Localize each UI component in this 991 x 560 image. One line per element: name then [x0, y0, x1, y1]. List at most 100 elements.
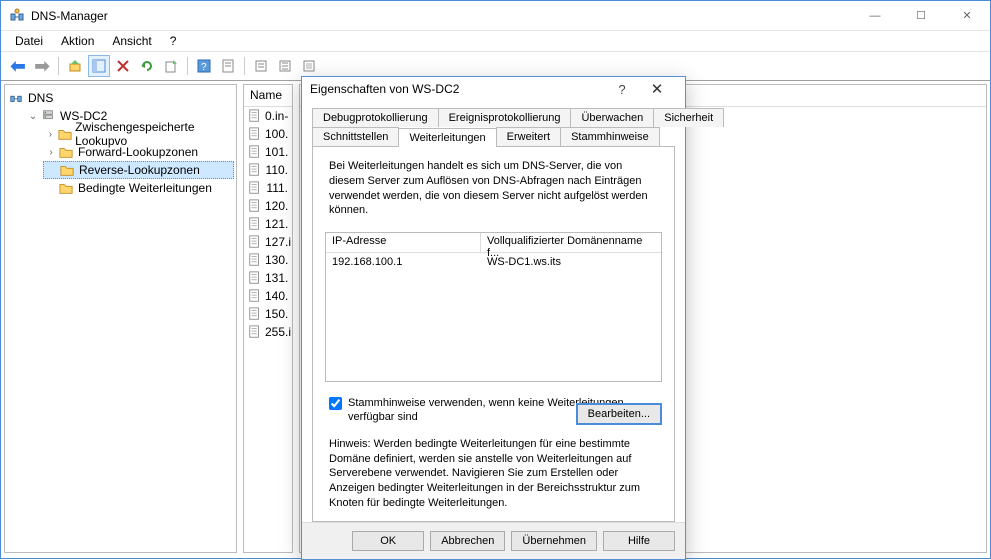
list-item[interactable]: 120. — [244, 197, 292, 215]
tree-root-dns[interactable]: DNS — [7, 89, 234, 107]
zone-icon — [248, 199, 262, 213]
tree-toggle-icon[interactable]: ⌄ — [27, 111, 39, 122]
maximize-button[interactable]: ☐ — [898, 1, 944, 30]
tab[interactable]: Erweitert — [496, 127, 561, 146]
list-item-label: 100. — [265, 127, 288, 141]
toolbar-separator — [187, 57, 188, 75]
properties-dialog: Eigenschaften von WS-DC2 ? ✕ Debugprotok… — [301, 76, 686, 560]
list-item[interactable]: 150. — [244, 305, 292, 323]
list-pane: Name 0.in-100.101.110.111.120.121.127.i1… — [243, 84, 293, 553]
list-item[interactable]: 140. — [244, 287, 292, 305]
list-item-label: 140. — [265, 289, 288, 303]
forwarders-hint: Hinweis: Werden bedingte Weiterleitungen… — [329, 437, 658, 511]
properties-button[interactable] — [217, 55, 239, 77]
edit-button[interactable]: Bearbeiten... — [576, 403, 662, 425]
list-item[interactable]: 110. — [244, 161, 292, 179]
up-button[interactable] — [64, 55, 86, 77]
list-item[interactable]: 111. — [244, 179, 292, 197]
forwarders-table: IP-Adresse Vollqualifizierter Domänennam… — [325, 232, 662, 382]
col-fqdn[interactable]: Vollqualifizierter Domänenname f... — [481, 233, 661, 252]
nav-forward-button[interactable]: ➡ — [31, 55, 53, 77]
zone-icon — [248, 253, 262, 267]
menu-action[interactable]: Aktion — [53, 33, 102, 49]
list-item-label: 101. — [265, 145, 288, 159]
nav-back-button[interactable]: ⬅ — [7, 55, 29, 77]
list-item[interactable]: 121. — [244, 215, 292, 233]
tree-toggle-icon[interactable]: › — [45, 129, 56, 140]
list-item-label: 0.in- — [265, 109, 288, 123]
dialog-close-button[interactable]: ✕ — [637, 80, 677, 98]
dialog-title: Eigenschaften von WS-DC2 — [310, 82, 607, 96]
menubar: Datei Aktion Ansicht ? — [1, 31, 990, 51]
list-item-label: 110. — [266, 163, 288, 177]
folder-icon — [59, 181, 75, 195]
zone-icon — [248, 109, 262, 123]
tab[interactable]: Debugprotokollierung — [312, 108, 439, 127]
tab[interactable]: Ereignisprotokollierung — [438, 108, 572, 127]
help-button[interactable]: ? — [193, 55, 215, 77]
list-item[interactable]: 0.in- — [244, 107, 292, 125]
tab[interactable]: Weiterleitungen — [398, 128, 496, 147]
close-button[interactable]: ✕ — [944, 1, 990, 30]
zone-icon — [248, 163, 263, 177]
tree-folder[interactable]: ›Zwischengespeicherte Lookupvo — [43, 125, 234, 143]
zone-icon — [248, 127, 262, 141]
list-item-label: 255.i — [265, 325, 291, 339]
toolbar-separator — [58, 57, 59, 75]
tab[interactable]: Stammhinweise — [560, 127, 660, 146]
delete-button[interactable] — [112, 55, 134, 77]
forwarders-description: Bei Weiterleitungen handelt es sich um D… — [329, 159, 658, 218]
list-item[interactable]: 101. — [244, 143, 292, 161]
list-item[interactable]: 100. — [244, 125, 292, 143]
show-hide-tree-button[interactable] — [88, 55, 110, 77]
zone-icon — [248, 271, 262, 285]
menu-help[interactable]: ? — [162, 33, 185, 49]
list-item[interactable]: 131. — [244, 269, 292, 287]
tree-toggle-icon[interactable]: › — [45, 147, 57, 158]
tree-folder-label: Zwischengespeicherte Lookupvo — [75, 120, 232, 148]
tab[interactable]: Schnittstellen — [312, 127, 399, 146]
tab[interactable]: Überwachen — [570, 108, 654, 127]
tree-folder[interactable]: Bedingte Weiterleitungen — [43, 179, 234, 197]
tool-extra-2[interactable] — [274, 55, 296, 77]
list-item[interactable]: 127.i — [244, 233, 292, 251]
refresh-button[interactable] — [136, 55, 158, 77]
tab[interactable]: Sicherheit — [653, 108, 724, 127]
window-controls: — ☐ ✕ — [852, 1, 990, 30]
titlebar: DNS-Manager — ☐ ✕ — [1, 1, 990, 31]
toolbar-separator — [244, 57, 245, 75]
col-ip-address[interactable]: IP-Adresse — [326, 233, 481, 252]
zone-icon — [248, 235, 262, 249]
menu-view[interactable]: Ansicht — [104, 33, 159, 49]
list-header-name[interactable]: Name — [244, 85, 292, 107]
list-item[interactable]: 130. — [244, 251, 292, 269]
list-item[interactable]: 255.i — [244, 323, 292, 341]
list-item-label: 150. — [265, 307, 288, 321]
dialog-titlebar: Eigenschaften von WS-DC2 ? ✕ — [302, 77, 685, 102]
use-root-hints-checkbox[interactable] — [329, 397, 342, 410]
zone-icon — [248, 145, 262, 159]
dialog-help-button[interactable]: ? — [607, 82, 637, 97]
window-title: DNS-Manager — [31, 9, 852, 23]
export-button[interactable] — [160, 55, 182, 77]
tree-root-label: DNS — [28, 91, 53, 105]
tree-folder[interactable]: Reverse-Lookupzonen — [43, 161, 234, 179]
apply-button[interactable]: Übernehmen — [511, 531, 597, 551]
cancel-button[interactable]: Abbrechen — [430, 531, 505, 551]
zone-icon — [248, 325, 262, 339]
app-icon — [9, 8, 25, 24]
dns-icon — [9, 91, 25, 105]
menu-file[interactable]: Datei — [7, 33, 51, 49]
ok-button[interactable]: OK — [352, 531, 424, 551]
zone-icon — [248, 181, 263, 195]
forwarder-ip: 192.168.100.1 — [326, 256, 481, 268]
forwarder-fqdn: WS-DC1.ws.its — [481, 256, 567, 268]
minimize-button[interactable]: — — [852, 1, 898, 30]
tool-extra-3[interactable] — [298, 55, 320, 77]
list-item-label: 121. — [265, 217, 288, 231]
svg-text:?: ? — [201, 62, 207, 73]
dialog-button-bar: OK Abbrechen Übernehmen Hilfe — [302, 522, 685, 559]
help-button[interactable]: Hilfe — [603, 531, 675, 551]
tool-extra-1[interactable] — [250, 55, 272, 77]
forwarder-row[interactable]: 192.168.100.1 WS-DC1.ws.its — [326, 253, 661, 271]
